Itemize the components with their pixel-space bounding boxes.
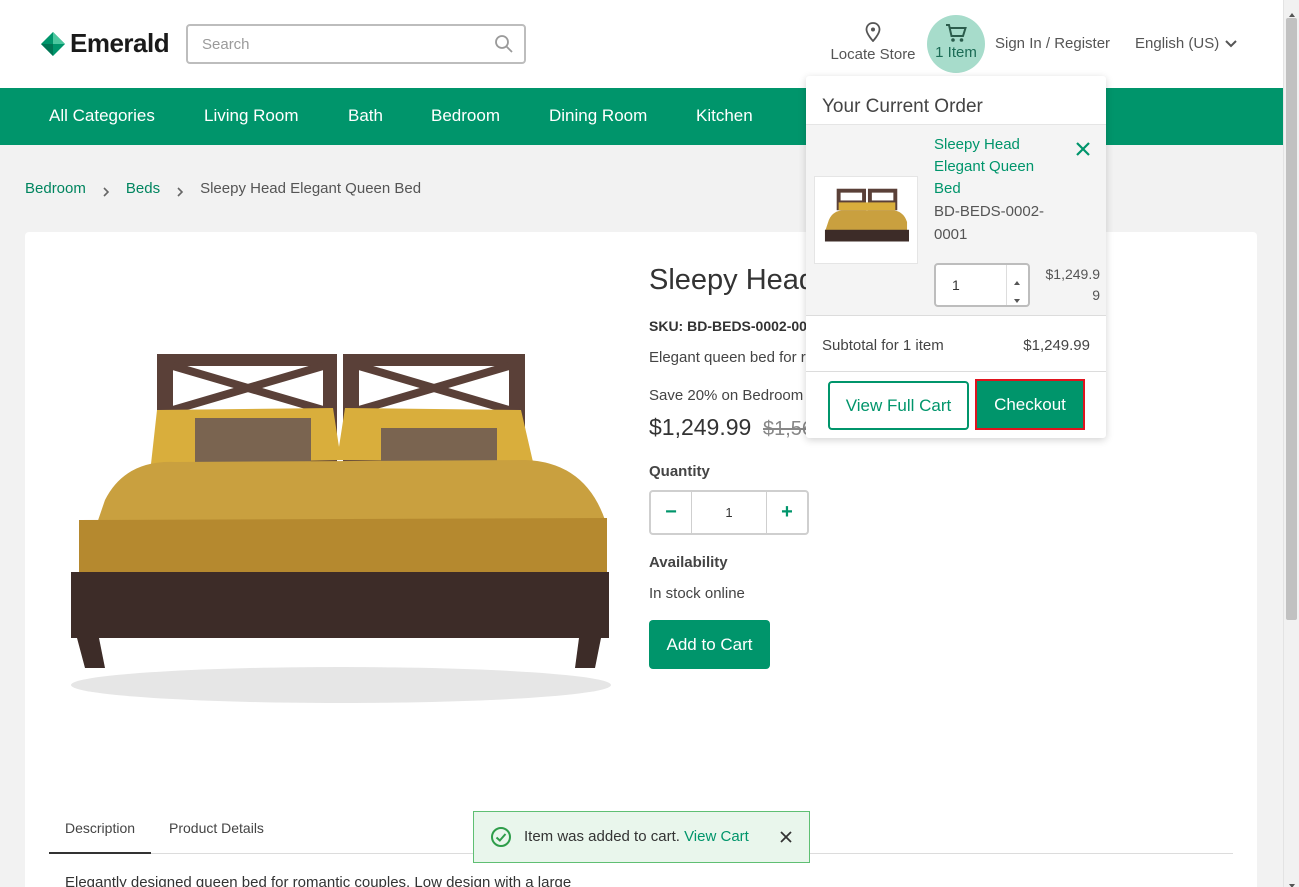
nav-item-bath[interactable]: Bath bbox=[348, 88, 383, 145]
subtotal-label: Subtotal for 1 item bbox=[822, 337, 944, 354]
promo-text: Save 20% on Bedroom bbox=[649, 387, 804, 404]
cart-dropdown-title: Your Current Order bbox=[822, 96, 983, 117]
breadcrumb-beds[interactable]: Beds bbox=[126, 180, 160, 197]
checkout-button[interactable]: Checkout bbox=[975, 379, 1085, 430]
chevron-right-icon bbox=[176, 184, 184, 197]
breadcrumb-bedroom[interactable]: Bedroom bbox=[25, 180, 86, 197]
cart-count: 1 Item bbox=[935, 44, 977, 61]
emerald-logo-icon bbox=[40, 31, 66, 57]
decrease-quantity-button[interactable]: − bbox=[651, 492, 691, 533]
product-price: $1,249.99 bbox=[649, 414, 752, 440]
site-header: Emerald Locate Store 1 Item Sign In / Re… bbox=[0, 0, 1283, 88]
tab-description[interactable]: Description bbox=[49, 808, 152, 854]
nav-item-living-room[interactable]: Living Room bbox=[204, 88, 299, 145]
nav-item-bedroom[interactable]: Bedroom bbox=[431, 88, 500, 145]
spinner-up-icon[interactable] bbox=[1013, 273, 1021, 285]
nav-item-all-categories[interactable]: All Categories bbox=[49, 88, 155, 145]
remove-item-icon[interactable] bbox=[1074, 140, 1092, 158]
toast-view-cart-link[interactable]: View Cart bbox=[684, 828, 749, 845]
product-long-description: Elegantly designed queen bed for romanti… bbox=[65, 874, 572, 887]
cart-item-thumbnail[interactable] bbox=[814, 176, 918, 264]
language-selector[interactable]: English (US) bbox=[1135, 35, 1237, 52]
toast-text: Item was added to cart. bbox=[524, 828, 685, 845]
quantity-stepper: − 1 + bbox=[649, 490, 809, 535]
scrollbar-thumb[interactable] bbox=[1286, 18, 1297, 620]
logo-text: Emerald bbox=[70, 28, 170, 58]
toast-message: Item was added to cart. View Cart bbox=[524, 828, 749, 845]
original-price: $1,561.99 bbox=[763, 418, 809, 440]
locate-store-link[interactable]: Locate Store bbox=[826, 22, 920, 63]
locate-store-label: Locate Store bbox=[830, 46, 916, 63]
scroll-down-icon[interactable] bbox=[1288, 876, 1296, 887]
product-sku: SKU: BD-BEDS-0002-0001 bbox=[649, 318, 809, 334]
availability-status: In stock online bbox=[649, 585, 745, 602]
cart-item-sku: BD-BEDS-0002-0001 bbox=[934, 203, 1045, 243]
chevron-right-icon bbox=[102, 184, 110, 197]
quantity-spinner bbox=[1006, 265, 1028, 305]
product-title: Sleepy Head Elegant Queen Bed bbox=[649, 264, 809, 296]
shopping-cart-icon bbox=[927, 23, 985, 43]
cart-item-quantity: 1 bbox=[952, 277, 960, 293]
language-label: English (US) bbox=[1135, 35, 1220, 52]
product-image[interactable] bbox=[65, 350, 617, 712]
cart-item-quantity-field[interactable]: 1 bbox=[934, 263, 1030, 307]
divider bbox=[806, 371, 1106, 372]
cart-dropdown: Your Current Order Sleepy Head Elegant Q… bbox=[806, 76, 1106, 438]
chevron-down-icon bbox=[1225, 35, 1237, 52]
increase-quantity-button[interactable]: + bbox=[767, 492, 807, 533]
cart-button[interactable]: 1 Item bbox=[927, 15, 985, 73]
breadcrumb-current: Sleepy Head Elegant Queen Bed bbox=[200, 180, 422, 197]
sign-in-link[interactable]: Sign In / Register bbox=[995, 35, 1110, 52]
search-box[interactable] bbox=[186, 24, 526, 64]
cart-item-name[interactable]: Sleepy Head Elegant Queen Bed bbox=[934, 134, 1050, 200]
nav-item-kitchen[interactable]: Kitchen bbox=[696, 88, 753, 145]
add-to-cart-button[interactable]: Add to Cart bbox=[649, 620, 770, 669]
logo[interactable]: Emerald bbox=[40, 28, 170, 59]
cart-line-item: Sleepy Head Elegant Queen Bed BD-BEDS-00… bbox=[806, 124, 1106, 316]
tab-product-details[interactable]: Product Details bbox=[153, 808, 280, 854]
product-short-description: Elegant queen bed for romantic couples. bbox=[649, 349, 809, 366]
view-full-cart-button[interactable]: View Full Cart bbox=[828, 381, 969, 430]
spinner-down-icon[interactable] bbox=[1013, 291, 1021, 303]
quantity-input[interactable]: 1 bbox=[691, 492, 767, 533]
check-circle-icon bbox=[490, 826, 512, 848]
search-input[interactable] bbox=[188, 26, 478, 62]
availability-label: Availability bbox=[649, 554, 728, 571]
subtotal-value: $1,249.99 bbox=[1023, 337, 1090, 354]
close-icon[interactable] bbox=[779, 830, 793, 844]
minus-icon: − bbox=[665, 501, 677, 523]
nav-item-dining-room[interactable]: Dining Room bbox=[549, 88, 647, 145]
breadcrumb: Bedroom Beds Sleepy Head Elegant Queen B… bbox=[25, 180, 421, 197]
quantity-label: Quantity bbox=[649, 463, 710, 480]
plus-icon: + bbox=[781, 501, 793, 523]
cart-item-price: $1,249.99 bbox=[1045, 266, 1101, 303]
location-pin-icon bbox=[826, 22, 920, 42]
page-scrollbar[interactable] bbox=[1283, 0, 1299, 887]
added-to-cart-toast: Item was added to cart. View Cart bbox=[473, 811, 810, 863]
scroll-up-icon[interactable] bbox=[1288, 5, 1296, 17]
search-icon[interactable] bbox=[494, 34, 514, 54]
